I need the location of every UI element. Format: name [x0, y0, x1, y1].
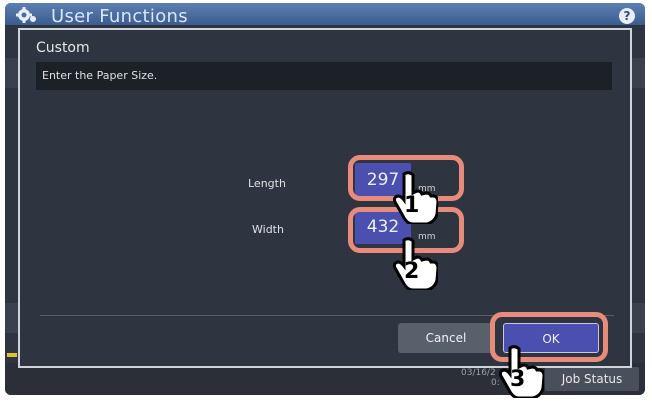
- message-bar: Enter the Paper Size.: [36, 62, 612, 90]
- hand-pointer-icon: 2: [392, 237, 438, 290]
- dialog-title: Custom: [36, 40, 90, 56]
- clock-text: 03/16/2 0:: [461, 368, 500, 388]
- width-label: Width: [252, 223, 284, 236]
- hand-pointer-icon: 1: [392, 171, 438, 224]
- app-header: User Functions ?: [5, 3, 645, 27]
- divider: [40, 315, 614, 316]
- hand-pointer-icon: 3: [498, 345, 544, 398]
- gear-icon: [16, 7, 36, 23]
- custom-paper-size-dialog: Custom Enter the Paper Size. Length 297 …: [18, 28, 632, 368]
- length-label: Length: [248, 177, 286, 190]
- job-status-button[interactable]: Job Status: [545, 367, 639, 391]
- cancel-button[interactable]: Cancel: [398, 323, 494, 353]
- progress-indicator: [7, 353, 17, 357]
- step-number: 3: [510, 367, 525, 392]
- app-title: User Functions: [51, 6, 188, 27]
- dialog-message: Enter the Paper Size.: [42, 69, 158, 82]
- step-number: 2: [404, 259, 419, 284]
- step-number: 1: [404, 193, 419, 218]
- help-icon[interactable]: ?: [619, 8, 635, 24]
